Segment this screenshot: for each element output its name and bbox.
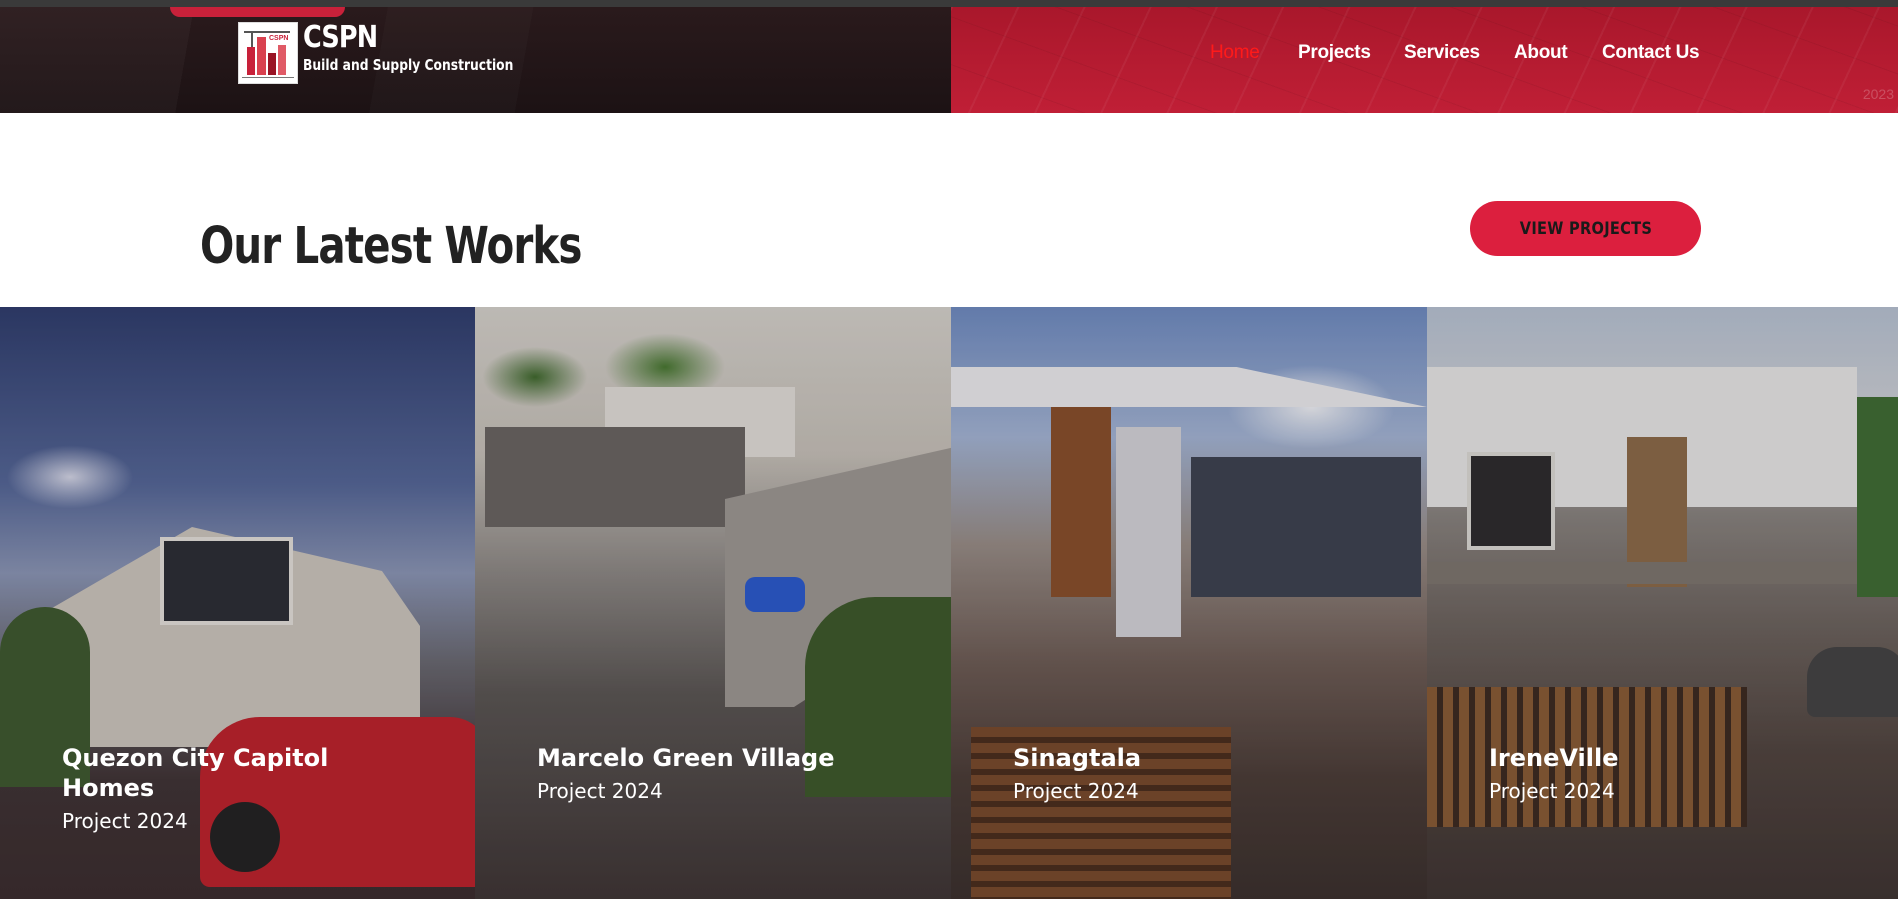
top-strip [0, 0, 1898, 7]
main-nav: Home Projects Services About Contact Us [0, 42, 1898, 72]
nav-projects[interactable]: Projects [1298, 42, 1371, 64]
project-card[interactable]: Sinagtala Project 2024 [951, 307, 1427, 899]
section-title: Our Latest Works [200, 217, 582, 277]
project-card[interactable]: IreneVille Project 2024 [1427, 307, 1898, 899]
site-header: 2023 CSPN CSPN Build and Supply Construc… [0, 7, 1898, 113]
logo-baseline [242, 77, 294, 78]
project-title: IreneVille [1489, 744, 1619, 772]
view-projects-label: VIEW PROJECTS [1519, 218, 1652, 239]
project-title: Quezon City Capitol Homes [62, 744, 329, 802]
project-subtitle: Project 2024 [62, 809, 188, 833]
card-overlay [1427, 307, 1898, 899]
card-overlay [951, 307, 1427, 899]
project-subtitle: Project 2024 [1013, 779, 1139, 803]
project-title: Sinagtala [1013, 744, 1142, 772]
card-overlay [475, 307, 951, 899]
header-year-tag: 2023 [1862, 86, 1894, 102]
project-card[interactable]: Marcelo Green Village Project 2024 [475, 307, 951, 899]
nav-services[interactable]: Services [1404, 42, 1480, 64]
projects-gallery: Quezon City Capitol Homes Project 2024 M… [0, 307, 1898, 899]
view-projects-button[interactable]: VIEW PROJECTS [1470, 201, 1701, 256]
nav-home[interactable]: Home [1210, 42, 1260, 64]
nav-contact-us[interactable]: Contact Us [1602, 42, 1700, 64]
project-title: Marcelo Green Village [537, 744, 835, 772]
nav-about[interactable]: About [1514, 42, 1568, 64]
header-accent-pill [170, 7, 345, 17]
project-card[interactable]: Quezon City Capitol Homes Project 2024 [0, 307, 475, 899]
project-subtitle: Project 2024 [1489, 779, 1615, 803]
project-subtitle: Project 2024 [537, 779, 663, 803]
logo-text: CSPN [269, 35, 289, 42]
